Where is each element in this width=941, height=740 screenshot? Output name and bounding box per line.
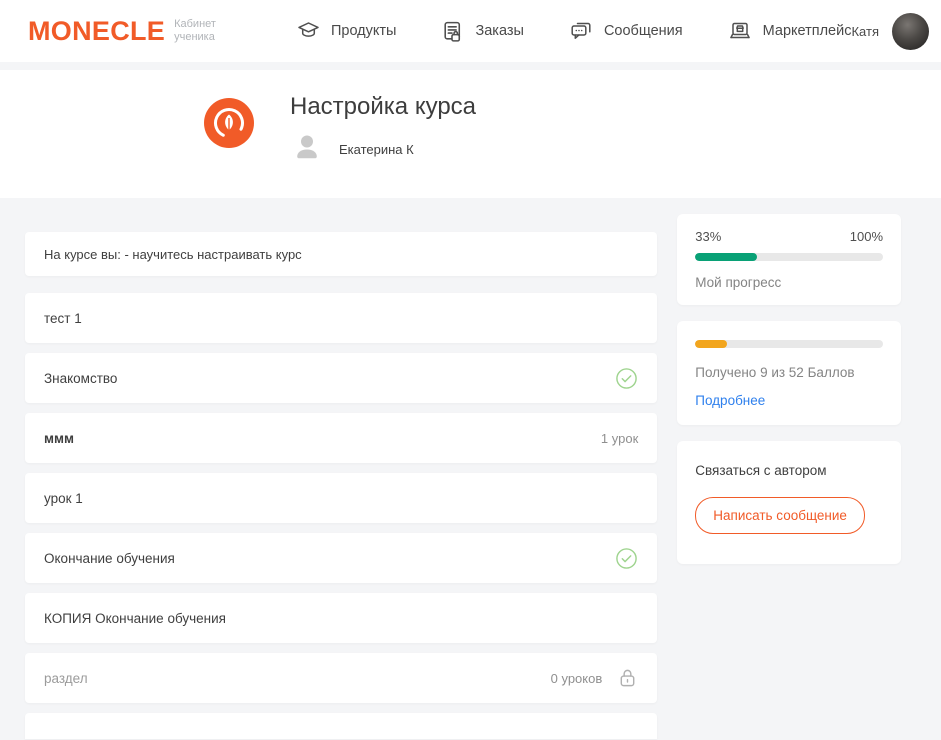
points-bar [695, 340, 883, 348]
points-bar-fill [695, 340, 727, 348]
nav-item-marketplace[interactable]: Маркетплейс [727, 19, 852, 43]
app-header: MONECLE Кабинет ученика Продукты [0, 0, 941, 62]
author-name: Екатерина К [339, 142, 414, 157]
lesson-row[interactable]: Окончание обучения [25, 533, 657, 583]
points-text: Получено 9 из 52 Баллов [695, 365, 883, 380]
lesson-row-title: Знакомство [44, 371, 117, 386]
nav-item-label: Маркетплейс [763, 23, 852, 39]
progress-card: 33% 100% Мой прогресс [677, 214, 901, 305]
lesson-row[interactable]: Знакомство [25, 353, 657, 403]
author-avatar-icon [290, 130, 324, 169]
brand-subtitle: Кабинет ученика [174, 18, 216, 44]
lesson-row-right: 0 уроков [551, 666, 639, 690]
orders-icon [440, 19, 465, 44]
user-avatar[interactable] [892, 13, 929, 50]
lesson-row-right [615, 547, 638, 570]
progress-label: Мой прогресс [695, 275, 883, 290]
lesson-row-title: урок 1 [44, 491, 83, 506]
write-message-button[interactable]: Написать сообщение [695, 497, 865, 534]
lesson-row[interactable]: На курсе вы: - научитесь настраивать кур… [25, 232, 657, 276]
graduation-cap-icon [296, 19, 321, 43]
lesson-row-right: 1 урок [601, 431, 638, 446]
lesson-list: На курсе вы: - научитесь настраивать кур… [25, 232, 657, 739]
lesson-count-label: 1 урок [601, 431, 638, 446]
completed-check-icon [615, 367, 638, 390]
user-name: Катя [851, 24, 879, 39]
page-title: Настройка курса [290, 93, 476, 121]
lesson-row[interactable]: ммм 1 урок [25, 413, 657, 463]
lesson-row-title: Окончание обучения [44, 551, 175, 566]
progress-bar-fill [695, 253, 757, 261]
contact-author-title: Связаться с автором [695, 463, 883, 478]
lesson-row[interactable]: тест 1 [25, 293, 657, 343]
lesson-row[interactable]: раздел 0 уроков [25, 653, 657, 703]
course-author: Екатерина К [290, 130, 476, 169]
messages-icon [568, 19, 594, 43]
brand-subtitle-line2: ученика [174, 31, 215, 43]
lock-icon [617, 666, 638, 690]
lesson-row[interactable]: урок 1 [25, 473, 657, 523]
main-nav: Продукты Заказы [296, 19, 852, 44]
progress-bar [695, 253, 883, 261]
marketplace-icon [727, 19, 753, 43]
lesson-count-label: 0 уроков [551, 671, 603, 686]
nav-item-messages[interactable]: Сообщения [568, 19, 683, 43]
completed-check-icon [615, 547, 638, 570]
lesson-row-title: раздел [44, 671, 88, 686]
course-title-block: Настройка курса Екатерина К [290, 91, 476, 198]
content: На курсе вы: - научитесь настраивать кур… [0, 198, 941, 739]
brand-logo-text: MONECLE [28, 16, 165, 47]
nav-item-orders[interactable]: Заказы [440, 19, 523, 44]
lesson-row-right [615, 367, 638, 390]
nav-item-label: Продукты [331, 23, 397, 39]
nav-item-label: Заказы [475, 23, 523, 39]
course-header: Настройка курса Екатерина К [0, 70, 941, 198]
progress-max: 100% [850, 229, 883, 244]
header-user: Катя [851, 13, 929, 50]
brand-subtitle-line1: Кабинет [174, 18, 216, 30]
lesson-row-title: тест 1 [44, 311, 82, 326]
contact-author-card: Связаться с автором Написать сообщение [677, 441, 901, 564]
lesson-row[interactable]: КОПИЯ Окончание обучения [25, 593, 657, 643]
points-details-link[interactable]: Подробнее [695, 393, 765, 408]
lesson-row-partial[interactable] [25, 713, 657, 739]
course-logo-icon [197, 91, 261, 155]
nav-item-label: Сообщения [604, 23, 683, 39]
progress-percentages: 33% 100% [695, 229, 883, 244]
lesson-row-title: ммм [44, 431, 74, 446]
points-card: Получено 9 из 52 Баллов Подробнее [677, 321, 901, 425]
lesson-row-title: КОПИЯ Окончание обучения [44, 611, 226, 626]
nav-item-products[interactable]: Продукты [296, 19, 397, 43]
sidebar: 33% 100% Мой прогресс Получено 9 из 52 Б… [677, 214, 901, 580]
progress-current: 33% [695, 229, 721, 244]
lesson-row-title: На курсе вы: - научитесь настраивать кур… [44, 247, 302, 262]
brand-logo[interactable]: MONECLE Кабинет ученика [28, 16, 216, 47]
